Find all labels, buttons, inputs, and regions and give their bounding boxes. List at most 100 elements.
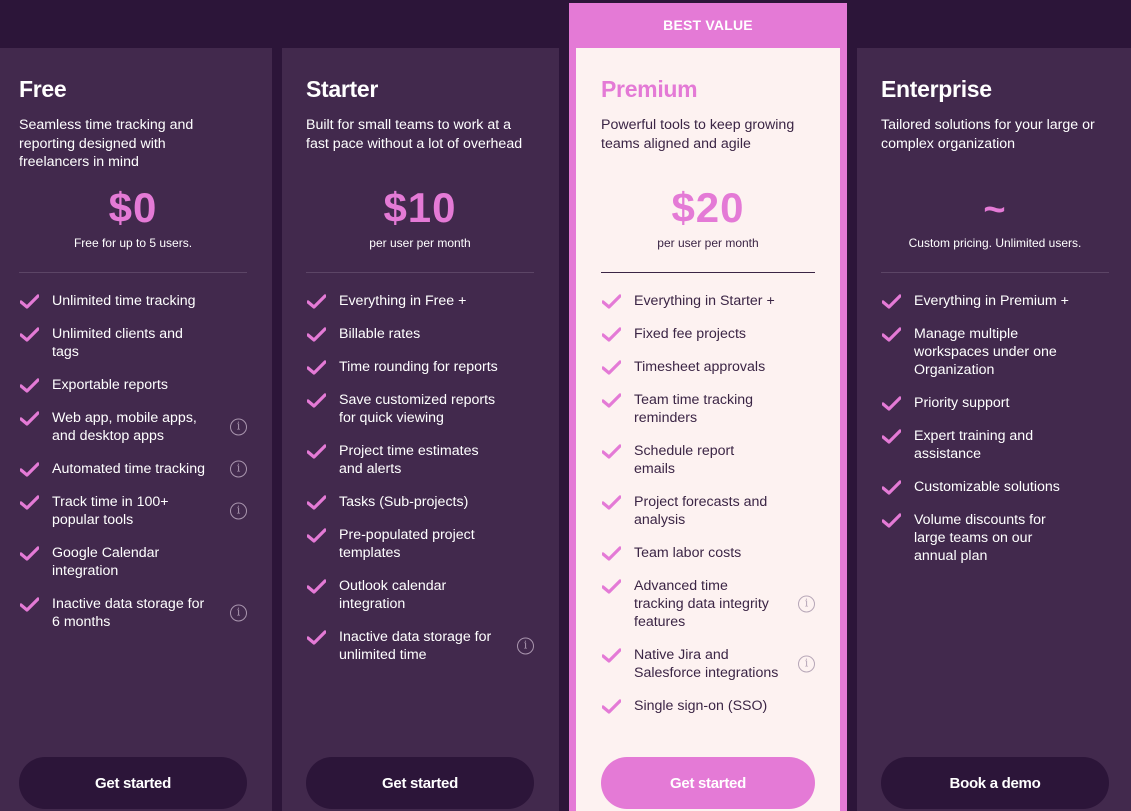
feature-label: Everything in Premium + xyxy=(914,293,1069,309)
feature-item: Schedule report emails xyxy=(601,442,815,478)
feature-label: Web app, mobile apps, and desktop apps xyxy=(52,410,197,444)
check-icon xyxy=(20,597,39,612)
feature-item: Customizable solutions xyxy=(881,478,1109,496)
get-started-button[interactable]: Get started xyxy=(601,757,815,809)
feature-item: Time rounding for reports xyxy=(306,358,534,376)
check-icon xyxy=(307,393,326,408)
feature-label: Advanced time tracking data integrity fe… xyxy=(634,578,769,630)
check-icon xyxy=(307,495,326,510)
feature-label: Inactive data storage for unlimited time xyxy=(339,629,492,663)
plan-card-enterprise: Enterprise Tailored solutions for your l… xyxy=(857,48,1131,811)
feature-label: Project forecasts and analysis xyxy=(634,494,768,528)
feature-item: Manage multiple workspaces under one Org… xyxy=(881,325,1109,379)
feature-label: Everything in Free + xyxy=(339,293,467,309)
feature-label: Google Calendar integration xyxy=(52,545,160,579)
divider xyxy=(19,272,247,273)
feature-label: Timesheet approvals xyxy=(634,359,766,375)
plan-description: Seamless time tracking and reporting des… xyxy=(19,117,194,170)
feature-item: Timesheet approvals xyxy=(601,358,815,376)
plan-price-note: per user per month xyxy=(369,236,471,250)
feature-item: Single sign-on (SSO) xyxy=(601,697,815,715)
feature-label: Track time in 100+ popular tools xyxy=(52,494,169,528)
get-started-button[interactable]: Get started xyxy=(19,757,247,809)
feature-label: Automated time tracking xyxy=(52,461,205,477)
feature-label: Save customized reports for quick viewin… xyxy=(339,392,496,426)
check-icon xyxy=(602,360,621,375)
feature-item: Native Jira and Salesforce integrations i xyxy=(601,646,815,682)
check-icon xyxy=(602,393,621,408)
check-icon xyxy=(307,360,326,375)
feature-item: Team labor costs xyxy=(601,544,815,562)
feature-label: Tasks (Sub-projects) xyxy=(339,494,469,510)
info-icon[interactable]: i xyxy=(230,604,247,622)
feature-list: Everything in Free + Billable rates Time r… xyxy=(306,292,534,679)
plan-price: ~ xyxy=(983,189,1007,231)
feature-label: Volume discounts for large teams on our … xyxy=(914,512,1046,564)
check-icon xyxy=(602,444,621,459)
feature-item: Outlook calendar integration xyxy=(306,577,534,613)
feature-label: Schedule report emails xyxy=(634,443,735,477)
feature-item: Automated time tracking i xyxy=(19,460,247,478)
check-icon xyxy=(602,546,621,561)
check-icon xyxy=(602,327,621,342)
plan-price-note: Free for up to 5 users. xyxy=(73,236,193,250)
plan-title: Premium xyxy=(601,76,698,102)
feature-list: Everything in Premium + Manage multiple w… xyxy=(881,292,1109,580)
feature-item: Unlimited time tracking xyxy=(19,292,247,310)
info-icon[interactable]: i xyxy=(230,418,247,436)
plan-description: Tailored solutions for your large or com… xyxy=(881,117,1095,152)
check-icon xyxy=(882,396,901,411)
feature-label: Priority support xyxy=(914,395,1010,411)
best-value-badge: BEST VALUE xyxy=(663,17,753,33)
feature-list: Unlimited time tracking Unlimited clients… xyxy=(19,292,247,646)
check-icon xyxy=(307,528,326,543)
check-icon xyxy=(882,327,901,342)
check-icon xyxy=(20,327,39,342)
feature-item: Save customized reports for quick viewin… xyxy=(306,391,534,427)
plan-price-note: per user per month xyxy=(657,236,759,250)
feature-item: Volume discounts for large teams on our … xyxy=(881,511,1109,565)
divider xyxy=(601,272,815,273)
get-started-button[interactable]: Get started xyxy=(306,757,534,809)
feature-item: Project forecasts and analysis xyxy=(601,493,815,529)
check-icon xyxy=(602,648,621,663)
divider xyxy=(881,272,1109,273)
info-icon[interactable]: i xyxy=(517,637,534,655)
feature-label: Outlook calendar integration xyxy=(339,578,447,612)
plan-description: Powerful tools to keep growing teams ali… xyxy=(601,117,795,152)
check-icon xyxy=(882,513,901,528)
info-icon[interactable]: i xyxy=(230,460,247,478)
feature-item: Google Calendar integration xyxy=(19,544,247,580)
feature-item: Tasks (Sub-projects) xyxy=(306,493,534,511)
feature-item: Everything in Starter + xyxy=(601,292,815,310)
info-icon[interactable]: i xyxy=(798,595,815,613)
check-icon xyxy=(882,480,901,495)
feature-item: Unlimited clients and tags xyxy=(19,325,247,361)
feature-label: Everything in Starter + xyxy=(634,293,775,309)
feature-item: Expert training and assistance xyxy=(881,427,1109,463)
feature-label: Exportable reports xyxy=(52,377,168,393)
feature-item: Exportable reports xyxy=(19,376,247,394)
book-demo-button[interactable]: Book a demo xyxy=(881,757,1109,809)
feature-label: Fixed fee projects xyxy=(634,326,746,342)
feature-label: Single sign-on (SSO) xyxy=(634,698,768,714)
feature-label: Team labor costs xyxy=(634,545,742,561)
check-icon xyxy=(307,327,326,342)
check-icon xyxy=(882,429,901,444)
feature-item: Team time tracking reminders xyxy=(601,391,815,427)
feature-item: Web app, mobile apps, and desktop apps i xyxy=(19,409,247,445)
plan-title: Free xyxy=(19,76,67,102)
check-icon xyxy=(20,378,39,393)
info-icon[interactable]: i xyxy=(230,502,247,520)
check-icon xyxy=(20,294,39,309)
check-icon xyxy=(882,294,901,309)
feature-label: Unlimited clients and tags xyxy=(52,326,183,360)
plan-title: Enterprise xyxy=(881,76,992,102)
check-icon xyxy=(307,294,326,309)
feature-item: Inactive data storage for unlimited time… xyxy=(306,628,534,664)
plan-card-starter: Starter Built for small teams to work at… xyxy=(282,48,559,811)
info-icon[interactable]: i xyxy=(798,655,815,673)
check-icon xyxy=(20,495,39,510)
check-icon xyxy=(20,546,39,561)
feature-label: Manage multiple workspaces under one Org… xyxy=(914,326,1057,378)
